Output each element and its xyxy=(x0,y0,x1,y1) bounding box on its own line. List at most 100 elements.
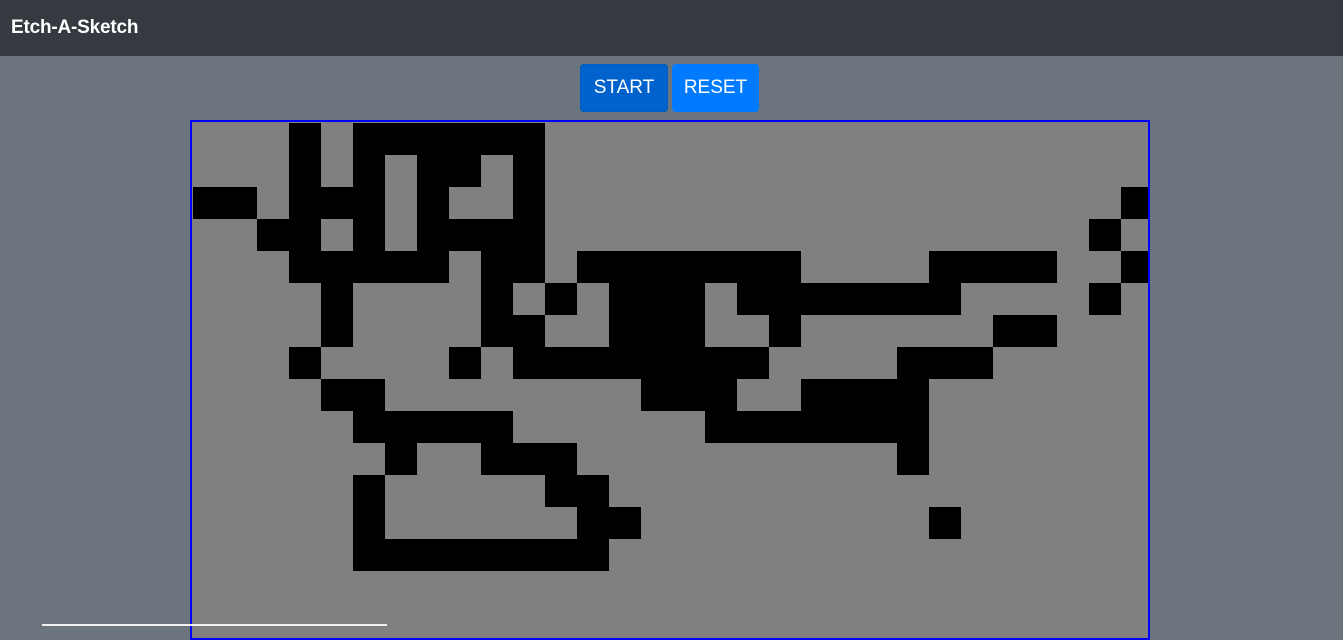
grid-cell[interactable] xyxy=(577,443,609,475)
grid-cell[interactable] xyxy=(993,507,1025,539)
grid-cell[interactable] xyxy=(449,251,481,283)
grid-cell[interactable] xyxy=(769,539,801,571)
grid-cell[interactable] xyxy=(1025,443,1057,475)
grid-cell[interactable] xyxy=(769,475,801,507)
grid-cell[interactable] xyxy=(609,251,641,283)
grid-cell[interactable] xyxy=(801,347,833,379)
grid-cell[interactable] xyxy=(705,283,737,315)
grid-cell[interactable] xyxy=(897,155,929,187)
grid-cell[interactable] xyxy=(609,411,641,443)
grid-cell[interactable] xyxy=(929,283,961,315)
grid-cell[interactable] xyxy=(289,539,321,571)
grid-cell[interactable] xyxy=(673,283,705,315)
grid-cell[interactable] xyxy=(481,123,513,155)
grid-cell[interactable] xyxy=(1025,315,1057,347)
grid-cell[interactable] xyxy=(769,187,801,219)
grid-cell[interactable] xyxy=(897,219,929,251)
grid-cell[interactable] xyxy=(1121,251,1148,283)
grid-cell[interactable] xyxy=(1025,283,1057,315)
grid-cell[interactable] xyxy=(801,475,833,507)
grid-cell[interactable] xyxy=(833,507,865,539)
grid-cell[interactable] xyxy=(225,379,257,411)
grid-cell[interactable] xyxy=(545,411,577,443)
grid-cell[interactable] xyxy=(1089,411,1121,443)
grid-cell[interactable] xyxy=(1121,475,1148,507)
grid-cell[interactable] xyxy=(1025,507,1057,539)
grid-cell[interactable] xyxy=(673,539,705,571)
grid-cell[interactable] xyxy=(385,315,417,347)
grid-cell[interactable] xyxy=(321,123,353,155)
grid-cell[interactable] xyxy=(929,315,961,347)
grid-cell[interactable] xyxy=(1025,187,1057,219)
grid-cell[interactable] xyxy=(641,187,673,219)
grid-cell[interactable] xyxy=(641,571,673,603)
grid-cell[interactable] xyxy=(865,315,897,347)
grid-cell[interactable] xyxy=(353,507,385,539)
grid-cell[interactable] xyxy=(929,251,961,283)
grid-cell[interactable] xyxy=(449,123,481,155)
sketch-grid[interactable] xyxy=(193,123,1148,638)
grid-cell[interactable] xyxy=(289,507,321,539)
grid-cell[interactable] xyxy=(289,283,321,315)
grid-cell[interactable] xyxy=(321,347,353,379)
grid-cell[interactable] xyxy=(449,187,481,219)
grid-cell[interactable] xyxy=(993,123,1025,155)
grid-cell[interactable] xyxy=(321,475,353,507)
grid-cell[interactable] xyxy=(673,475,705,507)
grid-cell[interactable] xyxy=(577,347,609,379)
grid-cell[interactable] xyxy=(609,219,641,251)
grid-cell[interactable] xyxy=(545,603,577,635)
grid-cell[interactable] xyxy=(1025,411,1057,443)
grid-cell[interactable] xyxy=(289,347,321,379)
grid-cell[interactable] xyxy=(1089,539,1121,571)
grid-cell[interactable] xyxy=(449,475,481,507)
grid-cell[interactable] xyxy=(673,443,705,475)
grid-cell[interactable] xyxy=(801,443,833,475)
grid-cell[interactable] xyxy=(481,507,513,539)
reset-button[interactable]: RESET xyxy=(672,64,759,112)
grid-cell[interactable] xyxy=(1089,315,1121,347)
grid-cell[interactable] xyxy=(865,603,897,635)
grid-cell[interactable] xyxy=(897,539,929,571)
grid-cell[interactable] xyxy=(193,187,225,219)
grid-cell[interactable] xyxy=(705,411,737,443)
grid-cell[interactable] xyxy=(577,539,609,571)
grid-cell[interactable] xyxy=(289,123,321,155)
grid-cell[interactable] xyxy=(897,507,929,539)
grid-cell[interactable] xyxy=(193,603,225,635)
grid-cell[interactable] xyxy=(961,315,993,347)
grid-cell[interactable] xyxy=(321,187,353,219)
grid-cell[interactable] xyxy=(769,219,801,251)
grid-cell[interactable] xyxy=(993,283,1025,315)
grid-cell[interactable] xyxy=(1057,571,1089,603)
grid-cell[interactable] xyxy=(513,315,545,347)
grid-cell[interactable] xyxy=(257,475,289,507)
grid-cell[interactable] xyxy=(289,603,321,635)
grid-cell[interactable] xyxy=(961,603,993,635)
grid-cell[interactable] xyxy=(609,603,641,635)
grid-cell[interactable] xyxy=(449,411,481,443)
grid-cell[interactable] xyxy=(705,219,737,251)
grid-cell[interactable] xyxy=(609,187,641,219)
grid-cell[interactable] xyxy=(961,283,993,315)
grid-cell[interactable] xyxy=(929,507,961,539)
grid-cell[interactable] xyxy=(961,475,993,507)
grid-cell[interactable] xyxy=(929,379,961,411)
grid-cell[interactable] xyxy=(609,155,641,187)
grid-cell[interactable] xyxy=(1057,539,1089,571)
grid-cell[interactable] xyxy=(449,347,481,379)
grid-cell[interactable] xyxy=(705,603,737,635)
grid-cell[interactable] xyxy=(641,347,673,379)
grid-cell[interactable] xyxy=(737,283,769,315)
grid-cell[interactable] xyxy=(289,443,321,475)
grid-cell[interactable] xyxy=(961,219,993,251)
grid-cell[interactable] xyxy=(1057,187,1089,219)
grid-cell[interactable] xyxy=(1057,379,1089,411)
grid-cell[interactable] xyxy=(321,251,353,283)
grid-cell[interactable] xyxy=(993,251,1025,283)
grid-cell[interactable] xyxy=(1121,347,1148,379)
grid-cell[interactable] xyxy=(897,443,929,475)
grid-cell[interactable] xyxy=(385,539,417,571)
grid-cell[interactable] xyxy=(993,219,1025,251)
grid-cell[interactable] xyxy=(865,155,897,187)
